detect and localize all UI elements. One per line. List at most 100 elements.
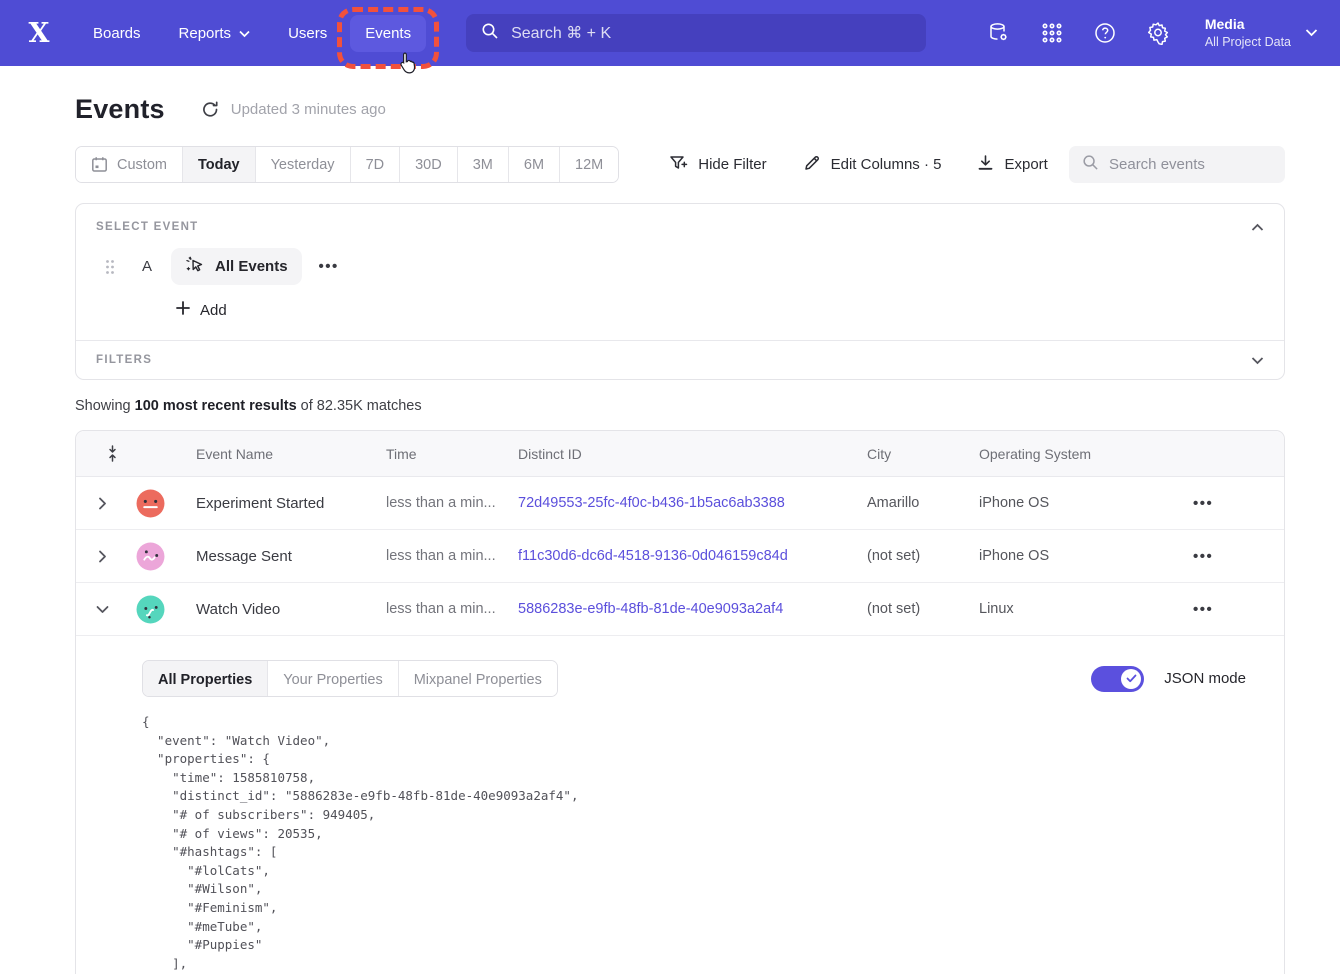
col-header-event-name[interactable]: Event Name — [180, 446, 386, 462]
col-header-time[interactable]: Time — [386, 446, 518, 462]
expand-collapse-all-icon[interactable] — [44, 445, 180, 462]
date-range-label: Today — [198, 157, 240, 173]
results-summary: Showing 100 most recent results of 82.35… — [75, 398, 1285, 414]
date-range-6m[interactable]: 6M — [508, 147, 559, 182]
nav-item-boards[interactable]: Boards — [78, 15, 156, 52]
date-range-label: 30D — [415, 157, 442, 173]
top-navbar: X Boards Reports Users Events Search ⌘ + K — [0, 0, 1340, 66]
tab-mixpanel-properties[interactable]: Mixpanel Properties — [398, 661, 557, 697]
help-icon[interactable] — [1093, 21, 1117, 45]
search-icon — [481, 22, 499, 45]
magic-cursor-icon — [185, 255, 205, 279]
funnel-plus-icon — [669, 154, 688, 176]
city-cell: (not set) — [867, 601, 979, 617]
plus-icon — [176, 301, 190, 319]
distinct-id-link[interactable]: 72d49553-25fc-4f0c-b436-1b5ac6ab3388 — [518, 495, 867, 511]
apps-grid-icon[interactable] — [1040, 21, 1064, 45]
event-json-content: { "event": "Watch Video", "properties": … — [142, 713, 1264, 973]
city-cell: (not set) — [867, 548, 979, 564]
date-range-control: Custom Today Yesterday 7D 30D 3M 6M 12M — [75, 146, 619, 183]
nav-item-label: Users — [288, 25, 327, 42]
export-button[interactable]: Export — [977, 154, 1047, 176]
distinct-id-link[interactable]: f11c30d6-dc6d-4518-9136-0d046159c84d — [518, 548, 867, 564]
add-event-button[interactable]: Add — [176, 301, 227, 319]
nav-item-users[interactable]: Users — [273, 15, 342, 52]
date-range-3m[interactable]: 3M — [457, 147, 508, 182]
settings-gear-icon[interactable] — [1146, 21, 1170, 45]
navbar-right: Media All Project Data — [987, 15, 1318, 51]
table-row[interactable]: Message Sentless than a min...f11c30d6-d… — [76, 530, 1284, 583]
drag-handle-icon[interactable] — [105, 259, 115, 275]
table-row[interactable]: Experiment Startedless than a min...72d4… — [76, 477, 1284, 530]
download-icon — [977, 154, 994, 176]
date-range-label: 7D — [366, 157, 385, 173]
distinct-id-link[interactable]: 5886283e-e9fb-48fb-81de-40e9093a2af4 — [518, 601, 867, 617]
tab-label: Mixpanel Properties — [414, 672, 542, 688]
date-range-label: Custom — [117, 157, 167, 173]
event-row-letter: A — [142, 258, 152, 275]
event-name-cell: Watch Video — [180, 601, 386, 618]
time-cell: less than a min... — [386, 495, 518, 511]
query-builder-card: SELECT EVENT A — [75, 203, 1285, 380]
city-cell: Amarillo — [867, 495, 979, 511]
os-cell: iPhone OS — [979, 495, 1193, 511]
expand-filters-icon[interactable] — [1251, 356, 1264, 365]
date-range-yesterday[interactable]: Yesterday — [255, 147, 350, 182]
expand-row-icon[interactable] — [76, 497, 128, 510]
nav-item-reports[interactable]: Reports — [164, 15, 266, 52]
project-name: Media — [1205, 15, 1291, 34]
date-range-7d[interactable]: 7D — [350, 147, 400, 182]
events-table: Event Name Time Distinct ID City Operati… — [75, 430, 1285, 974]
mixpanel-logo-icon[interactable]: X — [22, 18, 56, 49]
col-header-city[interactable]: City — [867, 446, 979, 462]
event-selector-chip[interactable]: All Events — [171, 248, 302, 285]
global-search-placeholder: Search ⌘ + K — [511, 23, 611, 43]
table-row[interactable]: Watch Videoless than a min...5886283e-e9… — [76, 583, 1284, 636]
event-name-cell: Message Sent — [180, 548, 386, 565]
row-more-options-icon[interactable]: ••• — [1193, 548, 1284, 565]
nav-item-label: Events — [365, 25, 411, 42]
nav-item-label: Boards — [93, 25, 141, 42]
os-cell: iPhone OS — [979, 548, 1193, 564]
search-events-input[interactable]: Search events — [1069, 146, 1285, 183]
event-avatar — [128, 595, 180, 624]
expand-row-icon[interactable] — [76, 550, 128, 563]
properties-tabs: All Properties Your Properties Mixpanel Pr… — [142, 660, 558, 697]
event-avatar — [128, 542, 180, 571]
json-mode-toggle[interactable] — [1091, 666, 1144, 692]
nav-item-events[interactable]: Events — [350, 15, 426, 52]
data-management-icon[interactable] — [987, 21, 1011, 45]
date-range-12m[interactable]: 12M — [559, 147, 618, 182]
page-title: Events — [75, 94, 165, 125]
project-scope: All Project Data — [1205, 34, 1291, 51]
pencil-icon — [803, 154, 821, 176]
date-range-label: 6M — [524, 157, 544, 173]
date-range-30d[interactable]: 30D — [399, 147, 457, 182]
project-selector[interactable]: Media All Project Data — [1199, 15, 1318, 51]
collapse-section-icon[interactable] — [1251, 223, 1264, 232]
tab-your-properties[interactable]: Your Properties — [267, 661, 397, 697]
date-range-label: Yesterday — [271, 157, 335, 173]
collapse-row-icon[interactable] — [76, 605, 128, 614]
search-icon — [1082, 154, 1099, 175]
tab-label: Your Properties — [283, 672, 382, 688]
date-range-today[interactable]: Today — [182, 147, 255, 182]
filters-label: FILTERS — [96, 354, 152, 366]
refresh-icon[interactable] — [201, 99, 221, 119]
row-more-options-icon[interactable]: ••• — [1193, 601, 1284, 618]
event-detail-panel: All Properties Your Properties Mixpanel Pr… — [76, 636, 1284, 974]
hand-cursor-icon — [396, 51, 418, 75]
date-range-custom[interactable]: Custom — [76, 147, 182, 182]
event-more-options-icon[interactable]: ••• — [319, 258, 339, 275]
col-header-distinct-id[interactable]: Distinct ID — [518, 446, 867, 462]
col-header-os[interactable]: Operating System — [979, 446, 1193, 462]
time-cell: less than a min... — [386, 601, 518, 617]
global-search-input[interactable]: Search ⌘ + K — [466, 14, 926, 52]
json-mode-label: JSON mode — [1164, 670, 1246, 687]
event-name-cell: Experiment Started — [180, 495, 386, 512]
main-nav: Boards Reports Users Events — [78, 15, 426, 52]
hide-filter-button[interactable]: Hide Filter — [669, 154, 766, 176]
edit-columns-button[interactable]: Edit Columns · 5 — [803, 154, 942, 176]
row-more-options-icon[interactable]: ••• — [1193, 495, 1284, 512]
tab-all-properties[interactable]: All Properties — [143, 661, 267, 697]
